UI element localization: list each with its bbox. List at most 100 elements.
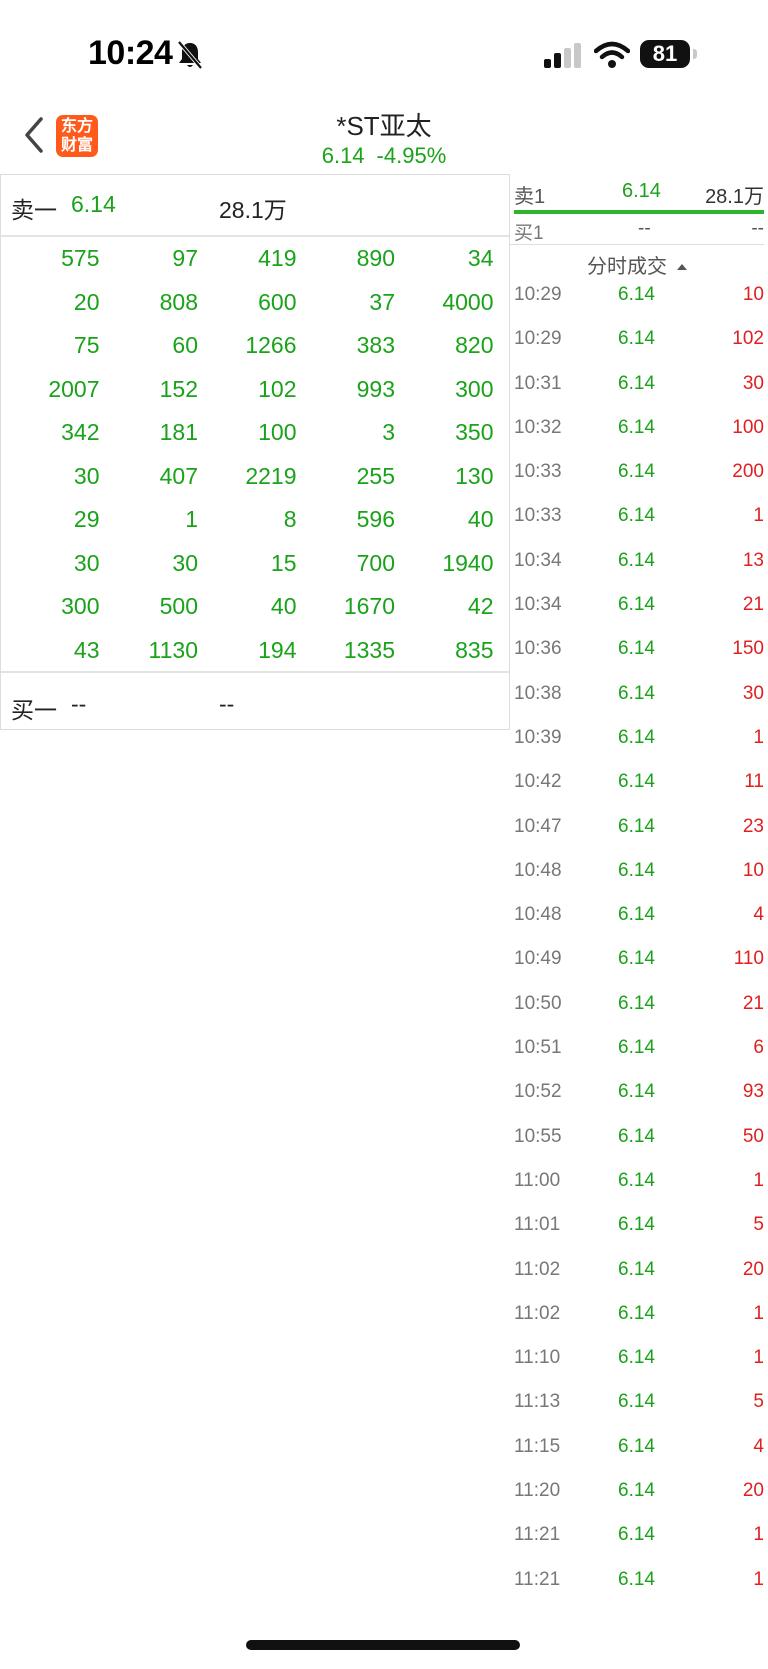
battery-level: 81 <box>640 40 690 68</box>
tick-price: 6.14 <box>618 726 655 748</box>
tick-price: 6.14 <box>618 904 655 926</box>
level1-sell-volume: 28.1万 <box>705 186 764 208</box>
queue-row: 300 500 40 1670 42 <box>1 585 509 629</box>
tick-price: 6.14 <box>618 771 655 793</box>
queue-cell: 43 <box>73 636 100 663</box>
queue-row: 75 60 1266 383 820 <box>1 324 509 368</box>
tick-volume: 5 <box>753 1214 764 1236</box>
tick-row: 11:15 6.14 4 <box>514 1426 764 1470</box>
tick-price: 6.14 <box>618 461 655 483</box>
tick-time: 11:01 <box>514 1214 561 1236</box>
sell-one-row[interactable]: 卖一 6.14 28.1万 <box>1 175 509 237</box>
tick-volume: 1 <box>753 1524 764 1546</box>
queue-cell: 3 <box>382 419 395 446</box>
tick-price: 6.14 <box>618 1125 655 1147</box>
tick-row: 10:48 6.14 10 <box>514 850 764 894</box>
level1-buy-volume: -- <box>751 218 764 239</box>
queue-cell: 100 <box>258 419 297 446</box>
tick-volume: 1 <box>753 1568 764 1590</box>
level1-buy-row: 买1 -- -- <box>514 218 764 244</box>
tick-volume: 30 <box>742 372 764 394</box>
queue-cell: 37 <box>369 288 395 315</box>
tick-time: 11:20 <box>514 1480 561 1502</box>
tick-row: 10:29 6.14 10 <box>514 274 764 318</box>
tick-price: 6.14 <box>618 1568 655 1590</box>
queue-row: 30 407 2219 255 130 <box>1 455 509 499</box>
tick-time: 10:32 <box>514 416 562 438</box>
tick-volume: 5 <box>753 1391 764 1413</box>
queue-row: 43 1130 194 1335 835 <box>1 629 509 673</box>
tick-row: 11:10 6.14 1 <box>514 1337 764 1381</box>
tick-volume: 23 <box>742 815 764 837</box>
queue-row: 30 30 15 700 1940 <box>1 542 509 586</box>
order-queue-grid: 575 97 419 890 34 20 808 600 37 4000 75 60 1266 383 82… <box>1 237 509 673</box>
tick-row: 10:33 6.14 200 <box>514 451 764 495</box>
queue-cell: 820 <box>455 332 494 359</box>
tick-row: 11:21 6.14 1 <box>514 1559 764 1603</box>
tick-time: 10:29 <box>514 284 562 305</box>
order-queue-panel: 卖一 6.14 28.1万 575 97 419 890 34 20 808 600 37 400… <box>0 174 510 730</box>
queue-cell: 890 <box>356 245 395 272</box>
home-indicator[interactable] <box>246 1640 520 1650</box>
tick-time: 10:47 <box>514 815 562 837</box>
queue-cell: 15 <box>270 549 297 576</box>
tick-volume: 50 <box>742 1125 764 1147</box>
queue-cell: 600 <box>258 288 297 315</box>
tick-time: 10:42 <box>514 771 562 793</box>
tick-row: 10:52 6.14 93 <box>514 1071 764 1115</box>
buy-one-label: 买一 <box>11 697 57 723</box>
queue-cell: 130 <box>455 462 494 489</box>
queue-cell: 350 <box>455 419 494 446</box>
tick-panel: 卖1 6.14 28.1万 买1 -- -- 分时成交 10:29 6.14 10 1… <box>510 174 764 1594</box>
queue-cell: 29 <box>73 506 100 533</box>
tick-time: 10:38 <box>514 682 562 704</box>
tick-time: 10:33 <box>514 461 562 483</box>
sell-one-label: 卖一 <box>11 197 57 223</box>
queue-cell: 1130 <box>148 636 198 663</box>
queue-cell: 808 <box>159 288 198 315</box>
tick-price: 6.14 <box>618 1302 655 1324</box>
queue-cell: 102 <box>258 375 297 402</box>
tick-time: 10:29 <box>514 328 562 350</box>
tick-volume: 30 <box>742 682 764 704</box>
bell-muted-icon <box>177 40 203 70</box>
tick-price: 6.14 <box>618 594 655 616</box>
tick-time: 11:10 <box>514 1347 561 1369</box>
tick-volume: 20 <box>742 1258 764 1280</box>
tick-row: 10:34 6.14 21 <box>514 584 764 628</box>
tick-volume: 100 <box>732 416 764 438</box>
tick-volume: 13 <box>742 549 764 571</box>
tick-price: 6.14 <box>618 284 655 305</box>
tick-volume: 11 <box>744 771 764 793</box>
tick-row: 10:49 6.14 110 <box>514 938 764 982</box>
tick-price: 6.14 <box>618 1258 655 1280</box>
tick-volume: 20 <box>742 1480 764 1502</box>
tick-price: 6.14 <box>618 416 655 438</box>
status-bar: 10:24 81 <box>0 0 768 100</box>
tick-list[interactable]: 10:29 6.14 10 10:29 6.14 102 10:31 6.14 30 10:32 6… <box>514 274 764 1603</box>
level1-sell-price: 6.14 <box>622 180 661 202</box>
queue-cell: 1266 <box>245 332 297 359</box>
queue-cell: 1 <box>185 506 198 533</box>
tick-price: 6.14 <box>618 1037 655 1059</box>
queue-cell: 1670 <box>343 593 395 620</box>
tick-volume: 10 <box>742 284 764 305</box>
price-change: -4.95% <box>376 143 447 168</box>
sell-one-price: 6.14 <box>71 191 116 217</box>
tick-row: 11:20 6.14 20 <box>514 1470 764 1514</box>
tick-row: 10:32 6.14 100 <box>514 407 764 451</box>
tick-row: 10:36 6.14 150 <box>514 628 764 672</box>
tick-volume: 10 <box>742 859 764 881</box>
queue-cell: 255 <box>356 462 395 489</box>
tick-time: 10:51 <box>514 1037 562 1059</box>
buy-one-row[interactable]: 买一 -- -- <box>1 671 509 731</box>
tick-time: 10:33 <box>514 505 562 527</box>
tick-time: 10:34 <box>514 594 562 616</box>
tick-volume: 200 <box>732 461 764 483</box>
tick-price: 6.14 <box>618 1435 655 1457</box>
tick-time: 11:13 <box>514 1391 561 1413</box>
level1-sell-label: 卖1 <box>514 186 546 208</box>
queue-cell: 181 <box>159 419 198 446</box>
queue-cell: 300 <box>61 593 100 620</box>
queue-cell: 342 <box>61 419 100 446</box>
